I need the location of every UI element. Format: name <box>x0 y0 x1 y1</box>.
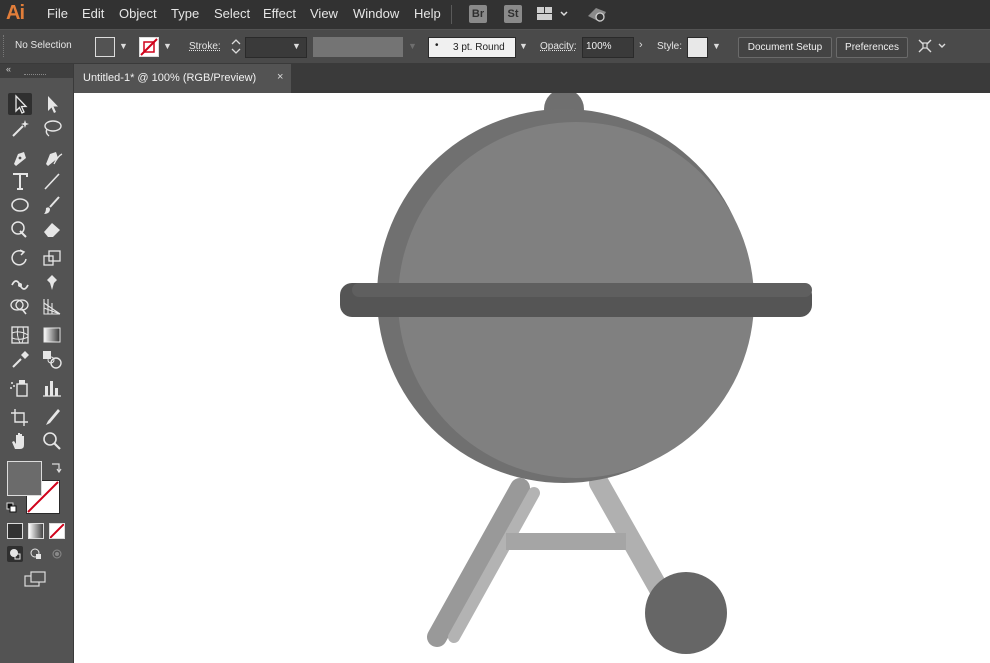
selection-status: No Selection <box>15 40 72 51</box>
draw-normal-icon[interactable] <box>7 546 23 562</box>
blend-tool-icon[interactable] <box>40 348 64 370</box>
chevron-down-icon[interactable]: ▼ <box>519 41 528 51</box>
close-icon[interactable]: × <box>277 71 283 83</box>
menu-file[interactable]: File <box>47 6 68 21</box>
grip-handle[interactable] <box>24 74 46 75</box>
line-tool-icon[interactable] <box>40 170 64 192</box>
grill-crossbar <box>506 533 626 550</box>
width-tool-icon[interactable] <box>8 271 32 293</box>
grill-artwork[interactable] <box>74 93 990 663</box>
ellipse-tool-icon[interactable] <box>8 194 32 216</box>
document-tab[interactable]: Untitled-1* @ 100% (RGB/Preview) × <box>74 64 291 93</box>
fill-swatch[interactable] <box>95 37 115 57</box>
opacity-value: 100% <box>586 41 612 52</box>
column-graph-icon[interactable] <box>40 377 64 399</box>
gradient-tool-icon[interactable] <box>40 324 64 346</box>
shaper-tool-icon[interactable] <box>8 218 32 240</box>
eyedropper-icon[interactable] <box>8 348 32 370</box>
artboard-tool-icon[interactable] <box>8 406 32 428</box>
menu-divider <box>451 5 452 24</box>
graphic-style-swatch[interactable] <box>687 37 708 58</box>
document-tab-title: Untitled-1* @ 100% (RGB/Preview) <box>83 72 257 84</box>
menu-object[interactable]: Object <box>119 6 157 21</box>
scale-tool-icon[interactable] <box>40 247 64 269</box>
tools-panel: « <box>0 64 74 663</box>
draw-inside-icon[interactable] <box>49 546 65 562</box>
hand-tool-icon[interactable] <box>8 430 32 452</box>
grill-left-leg <box>427 478 530 647</box>
brush-definition-label: 3 pt. Round <box>453 42 505 53</box>
menu-effect[interactable]: Effect <box>263 6 296 21</box>
app-logo: Ai <box>6 2 25 24</box>
tools-panel-header: « <box>0 64 73 78</box>
grip-handle[interactable] <box>3 35 6 57</box>
chevron-down-icon: ▼ <box>408 41 417 51</box>
menu-select[interactable]: Select <box>214 6 250 21</box>
mesh-tool-icon[interactable] <box>8 324 32 346</box>
menu-help[interactable]: Help <box>414 6 441 21</box>
menu-window[interactable]: Window <box>353 6 399 21</box>
menu-type[interactable]: Type <box>171 6 199 21</box>
grill-legs <box>427 473 674 647</box>
shape-builder-icon[interactable] <box>8 295 32 317</box>
artboard-canvas[interactable] <box>74 93 990 663</box>
chevron-down-icon[interactable]: ▼ <box>119 41 128 51</box>
arrange-documents-icon[interactable] <box>917 38 947 59</box>
magic-wand-icon[interactable] <box>8 117 32 139</box>
rotate-tool-icon[interactable] <box>8 247 32 269</box>
grill-wheel <box>645 572 727 654</box>
menu-edit[interactable]: Edit <box>82 6 104 21</box>
selection-tool-icon[interactable] <box>8 93 32 115</box>
grill-handle-band-highlight <box>352 283 812 297</box>
chevron-down-icon[interactable]: ▼ <box>163 41 172 51</box>
eraser-icon[interactable] <box>40 218 64 240</box>
workspace-switcher-icon[interactable] <box>537 7 569 26</box>
gradient-mode-button[interactable] <box>28 523 44 539</box>
collapse-icon[interactable]: « <box>6 64 11 74</box>
curvature-tool-icon[interactable] <box>40 146 64 168</box>
stroke-label: Stroke: <box>189 41 221 52</box>
type-tool-icon[interactable] <box>8 170 32 192</box>
variable-width-profile[interactable] <box>313 37 403 57</box>
swap-fill-stroke-icon[interactable] <box>49 461 63 480</box>
none-mode-button[interactable] <box>49 523 65 539</box>
direct-selection-tool-icon[interactable] <box>40 93 64 115</box>
draw-behind-icon[interactable] <box>28 546 44 562</box>
chevron-right-icon[interactable]: › <box>639 39 643 51</box>
document-tab-bar: Untitled-1* @ 100% (RGB/Preview) × <box>74 64 990 93</box>
gpu-performance-icon[interactable] <box>586 6 610 28</box>
document-setup-button[interactable]: Document Setup <box>738 37 832 58</box>
menu-view[interactable]: View <box>310 6 338 21</box>
fill-color-box[interactable] <box>7 461 42 496</box>
perspective-grid-icon[interactable] <box>40 295 64 317</box>
chevron-down-icon[interactable]: ▼ <box>712 41 721 51</box>
menu-bar: Ai File Edit Object Type Select Effect V… <box>0 0 990 29</box>
style-label: Style: <box>657 41 683 52</box>
default-fill-stroke-icon[interactable] <box>6 501 18 519</box>
zoom-tool-icon[interactable] <box>40 430 64 452</box>
puppet-warp-icon[interactable] <box>40 271 64 293</box>
paintbrush-icon[interactable] <box>40 194 64 216</box>
opacity-input[interactable]: 100% <box>582 37 634 58</box>
screen-mode-icon[interactable] <box>24 571 48 594</box>
slice-tool-icon[interactable] <box>40 406 64 428</box>
stroke-swatch[interactable] <box>139 37 159 57</box>
control-bar: No Selection ▼ ▼ Stroke: ▼ ▼ • 3 pt. Rou… <box>0 30 990 64</box>
symbol-sprayer-icon[interactable] <box>8 377 32 399</box>
color-mode-button[interactable] <box>7 523 23 539</box>
pen-tool-icon[interactable] <box>8 146 32 168</box>
preferences-button[interactable]: Preferences <box>836 37 908 58</box>
bridge-icon[interactable]: Br <box>469 5 487 23</box>
chevron-down-icon[interactable]: ▼ <box>292 41 301 51</box>
stroke-weight-stepper[interactable] <box>229 37 243 56</box>
brush-definition[interactable]: • 3 pt. Round <box>428 37 516 58</box>
opacity-label: Opacity: <box>540 41 577 52</box>
lasso-icon[interactable] <box>40 117 64 139</box>
stock-icon[interactable]: St <box>504 5 522 23</box>
